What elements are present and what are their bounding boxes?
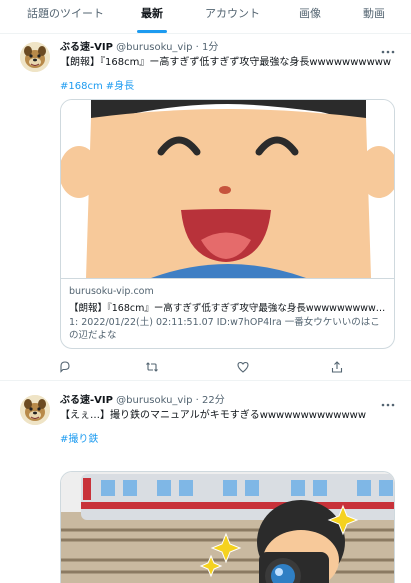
share-icon[interactable] — [330, 359, 344, 373]
hashtag-list: #168cm #身長 — [60, 80, 137, 94]
tweet-text: 【えぇ…】撮り鉄のマニュアルがキモすぎるwwwwwwwwwwwww — [60, 410, 367, 421]
card-title: 【朗報】『168cm』ー高すぎず低すぎず攻守最強な身長wwwwwwwwwwwww — [69, 303, 387, 314]
tweet-header: ぶる速-VIP @burusoku_vip · 1分 — [60, 41, 218, 55]
tab-images[interactable]: 画像 — [299, 0, 321, 34]
tweet[interactable]: ぶる速-VIP @burusoku_vip · 1分 【朗報】『168cm』ー高… — [0, 36, 411, 381]
hashtag-link[interactable]: #168cm — [60, 81, 103, 92]
hashtag-link[interactable]: #撮り鉄 — [60, 434, 98, 445]
tab-latest[interactable]: 最新 — [141, 0, 163, 34]
tab-accounts[interactable]: アカウント — [205, 0, 260, 34]
tab-videos[interactable]: 動画 — [363, 0, 385, 34]
tweet[interactable]: ぶる速-VIP @burusoku_vip · 22分 【えぇ…】撮り鉄のマニュ… — [0, 389, 411, 583]
user-name[interactable]: ぶる速-VIP — [60, 42, 113, 53]
retweet-icon[interactable] — [145, 359, 159, 373]
reply-icon[interactable] — [58, 359, 72, 373]
link-card[interactable]: burusoku-vip.com 【朗報】『168cm』ー高すぎず低すぎず攻守最… — [60, 99, 395, 349]
search-tabs: 話題のツイート 最新 アカウント 画像 動画 — [0, 0, 411, 34]
hashtag-list: #撮り鉄 — [60, 433, 101, 447]
card-description: 1: 2022/01/22(土) 02:11:51.07 ID:w7hOP4Ir… — [69, 317, 380, 341]
like-icon[interactable] — [236, 359, 250, 373]
tweet-time[interactable]: · 1分 — [196, 42, 219, 53]
user-name[interactable]: ぶる速-VIP — [60, 395, 113, 406]
tweet-image-train-photographer[interactable] — [60, 471, 395, 583]
tweet-header: ぶる速-VIP @burusoku_vip · 22分 — [60, 394, 225, 408]
user-handle[interactable]: @burusoku_vip — [116, 395, 192, 406]
tweet-text: 【朗報】『168cm』ー高すぎず低すぎず攻守最強な身長wwwwwwwwww — [60, 57, 392, 68]
active-tab-indicator — [137, 30, 167, 33]
more-options-icon[interactable] — [380, 395, 396, 407]
more-options-icon[interactable] — [380, 42, 396, 54]
hashtag-link[interactable]: #身長 — [106, 81, 134, 92]
avatar[interactable] — [20, 395, 50, 425]
avatar[interactable] — [20, 42, 50, 72]
tweet-time[interactable]: · 22分 — [196, 395, 225, 406]
card-divider — [61, 278, 394, 279]
tab-top[interactable]: 話題のツイート — [27, 0, 104, 34]
card-domain: burusoku-vip.com — [69, 286, 154, 297]
card-image-smiling-face — [61, 100, 394, 278]
tweet-actions — [0, 359, 411, 373]
user-handle[interactable]: @burusoku_vip — [116, 42, 192, 53]
